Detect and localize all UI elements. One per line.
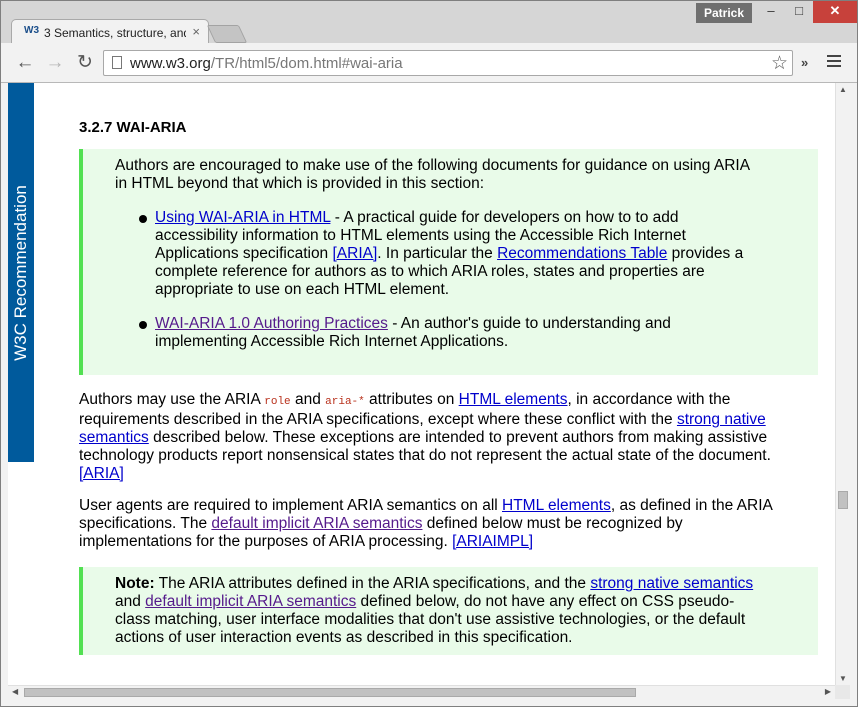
para-text: implementations for the purposes of ARIA… [79, 533, 453, 550]
vertical-scroll-thumb[interactable] [838, 491, 848, 509]
link-strong-native-semantics[interactable]: strong native [677, 411, 766, 428]
w3c-status-badge[interactable]: W3C Recommendation [8, 83, 34, 462]
para-text: User agents are required to implement AR… [79, 497, 503, 514]
address-bar[interactable]: www.w3.org/TR/html5/dom.html#wai-aria ☆ [103, 50, 793, 76]
horizontal-scroll-thumb[interactable] [24, 688, 636, 697]
ref-aria-link[interactable]: [ARIA] [333, 245, 378, 262]
status-badge-label: W3C Recommendation [11, 185, 30, 361]
para-text: , as defined in the ARIA [610, 497, 773, 514]
code-aria-star: aria-* [325, 396, 365, 408]
list-item: WAI-ARIA 1.0 Authoring Practices - An au… [155, 315, 671, 351]
item-text: Applications specification [155, 245, 333, 262]
tab-title: 3 Semantics, structure, and APIs of HTML… [44, 26, 186, 40]
back-arrow-icon[interactable]: ← [13, 51, 37, 75]
item-text: complete reference for authors as to whi… [155, 263, 705, 280]
scroll-up-arrow-icon[interactable]: ▲ [839, 85, 847, 94]
browser-window: W3 3 Semantics, structure, and APIs of H… [0, 0, 858, 707]
para-text: and [290, 391, 326, 408]
user-profile-badge[interactable]: Patrick [696, 3, 752, 23]
note-intro-line: Authors are encouraged to make use of th… [115, 157, 751, 174]
list-bullet [139, 215, 147, 223]
para-text: specifications. The [79, 515, 212, 532]
hamburger-menu-icon[interactable] [827, 55, 841, 70]
close-window-button[interactable]: ✕ [813, 1, 857, 23]
scroll-left-arrow-icon[interactable]: ◀ [12, 687, 18, 696]
link-wai-aria-authoring-practices[interactable]: WAI-ARIA 1.0 Authoring Practices [155, 315, 388, 332]
minimize-button[interactable]: – [757, 1, 785, 23]
tab-active[interactable]: W3 3 Semantics, structure, and APIs of H… [11, 19, 209, 45]
para-text: , in accordance with the [567, 391, 731, 408]
note-text: actions of user interaction events as de… [115, 629, 573, 646]
item-text: accessibility information to HTML elemen… [155, 227, 686, 244]
item-text: appropriate to use on each HTML element. [155, 281, 450, 298]
link-strong-native-semantics[interactable]: semantics [79, 429, 149, 446]
horizontal-scrollbar[interactable]: ◀ ▶ [8, 685, 835, 699]
para-text: attributes on [364, 391, 459, 408]
para-text: defined below must be recognized by [422, 515, 683, 532]
reload-icon[interactable]: ↻ [73, 51, 97, 75]
vertical-scrollbar[interactable]: ▲ ▼ [835, 83, 850, 685]
browser-toolbar: ← → ↻ www.w3.org/TR/html5/dom.html#wai-a… [1, 43, 857, 83]
note-text: and [115, 593, 146, 610]
para-text: Authors may use the ARIA [79, 391, 265, 408]
link-html-elements[interactable]: HTML elements [459, 391, 568, 408]
scroll-right-arrow-icon[interactable]: ▶ [825, 687, 831, 696]
note-text: defined below, do not have any effect on… [356, 593, 735, 610]
guidance-note-box: Authors are encouraged to make use of th… [79, 149, 818, 375]
url-host: www.w3.org [130, 55, 211, 72]
ref-aria-link[interactable]: [ARIA] [79, 465, 124, 482]
item-text: - An author's guide to understanding and [387, 315, 671, 332]
link-default-implicit-aria-semantics[interactable]: default implicit ARIA semantics [145, 593, 356, 610]
para-text: technology products report nonsensical s… [79, 447, 771, 464]
note-text: The ARIA attributes defined in the ARIA … [154, 575, 591, 592]
extensions-overflow-icon[interactable]: » [801, 55, 808, 70]
paragraph-user-agents: User agents are required to implement AR… [79, 497, 818, 551]
note-body: Note: The ARIA attributes defined in the… [115, 575, 753, 647]
link-html-elements[interactable]: HTML elements [502, 497, 611, 514]
link-using-wai-aria-in-html[interactable]: Using WAI-ARIA in HTML [155, 209, 330, 226]
item-text: provides a [667, 245, 744, 262]
paragraph-authors: Authors may use the ARIA role and aria-*… [79, 391, 818, 483]
note-label: Note: [115, 575, 155, 592]
note-intro: Authors are encouraged to make use of th… [115, 157, 750, 193]
note-text: class matching, user interface modalitie… [115, 611, 746, 628]
page-viewport: W3C Recommendation 3.2.7 WAI-ARIA Author… [8, 83, 835, 685]
item-text: . In particular the [377, 245, 498, 262]
forward-arrow-icon[interactable]: → [43, 51, 67, 75]
item-text: implementing Accessible Rich Internet Ap… [155, 333, 509, 350]
bookmark-star-icon[interactable]: ☆ [771, 52, 788, 75]
para-text: described below. These exceptions are in… [148, 429, 768, 446]
note-intro-line: in HTML beyond that which is provided in… [115, 175, 485, 192]
url-text[interactable]: www.w3.org/TR/html5/dom.html#wai-aria [130, 55, 403, 72]
css-note-box: Note: The ARIA attributes defined in the… [79, 567, 818, 655]
new-tab-button[interactable] [206, 25, 248, 43]
list-bullet [139, 321, 147, 329]
maximize-button[interactable]: □ [785, 1, 813, 23]
w3c-favicon-icon: W3 [24, 25, 39, 36]
link-default-implicit-aria-semantics[interactable]: default implicit ARIA semantics [211, 515, 422, 532]
url-path: /TR/html5/dom.html#wai-aria [210, 55, 403, 72]
ref-ariaimpl-link[interactable]: [ARIAIMPL] [452, 533, 533, 550]
item-text: - A practical guide for developers on ho… [330, 209, 679, 226]
para-text: requirements described in the ARIA speci… [79, 411, 677, 428]
link-strong-native-semantics[interactable]: strong native semantics [590, 575, 753, 592]
scrollbar-corner [835, 685, 850, 699]
code-role: role [264, 396, 291, 408]
page-icon [112, 56, 122, 69]
link-recommendations-table[interactable]: Recommendations Table [497, 245, 667, 262]
scroll-down-arrow-icon[interactable]: ▼ [839, 674, 847, 683]
section-heading: 3.2.7 WAI-ARIA [79, 119, 187, 136]
tab-close-icon[interactable]: × [192, 24, 200, 39]
title-bar: W3 3 Semantics, structure, and APIs of H… [1, 1, 857, 45]
list-item: Using WAI-ARIA in HTML - A practical gui… [155, 209, 743, 299]
